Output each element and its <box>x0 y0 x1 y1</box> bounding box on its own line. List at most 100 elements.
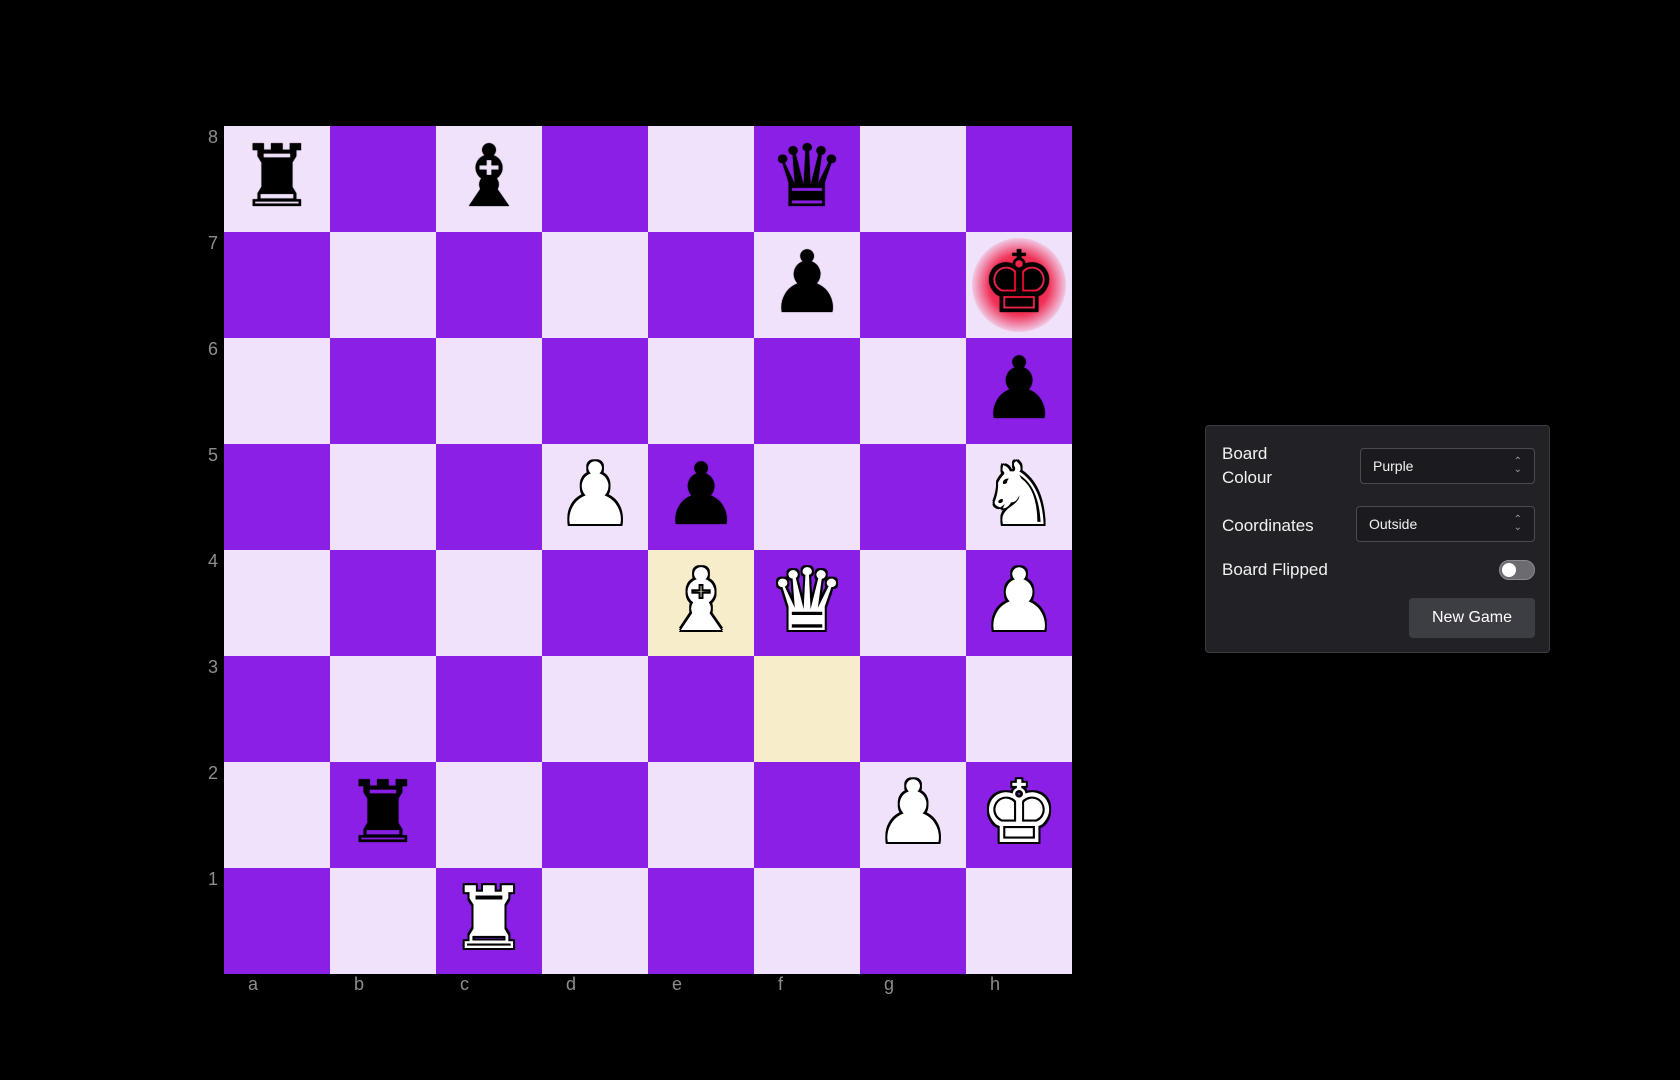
square-h3[interactable] <box>966 656 1072 762</box>
rank-label: 6 <box>208 339 219 359</box>
square-b8[interactable] <box>330 126 436 232</box>
white-rook-piece[interactable]: ♜ <box>450 876 527 962</box>
square-a1[interactable] <box>224 868 330 974</box>
square-a3[interactable] <box>224 656 330 762</box>
square-e5[interactable]: ♟ <box>648 444 754 550</box>
square-g8[interactable] <box>860 126 966 232</box>
chevron-updown-icon: ⌃ ⌄ <box>1513 514 1522 533</box>
black-rook-piece[interactable]: ♜ <box>344 770 421 856</box>
square-a6[interactable] <box>224 338 330 444</box>
square-d5[interactable]: ♟ <box>542 444 648 550</box>
square-g4[interactable] <box>860 550 966 656</box>
white-pawn-piece[interactable]: ♟ <box>980 558 1057 644</box>
square-c7[interactable] <box>436 232 542 338</box>
square-d7[interactable] <box>542 232 648 338</box>
chess-board[interactable]: ♜ ♝ ♛ ♟ ♚ ♟ ♟ ♟ ♞ ♝ ♛ ♟ ♜ ♟ ♚ ♜ <box>224 126 1072 974</box>
white-bishop-piece[interactable]: ♝ <box>662 558 739 644</box>
square-e3[interactable] <box>648 656 754 762</box>
file-label: a <box>248 974 259 994</box>
white-pawn-piece[interactable]: ♟ <box>556 452 633 538</box>
square-b7[interactable] <box>330 232 436 338</box>
file-label: e <box>672 974 683 994</box>
square-b6[interactable] <box>330 338 436 444</box>
square-f8[interactable]: ♛ <box>754 126 860 232</box>
square-f4[interactable]: ♛ <box>754 550 860 656</box>
square-e7[interactable] <box>648 232 754 338</box>
square-f1[interactable] <box>754 868 860 974</box>
square-e1[interactable] <box>648 868 754 974</box>
square-g5[interactable] <box>860 444 966 550</box>
coordinates-label: Coordinates <box>1222 516 1314 535</box>
board-colour-select[interactable]: Purple ⌃ ⌄ <box>1360 448 1535 484</box>
white-king-piece[interactable]: ♚ <box>980 770 1057 856</box>
square-f7[interactable]: ♟ <box>754 232 860 338</box>
new-game-button[interactable]: New Game <box>1409 598 1535 638</box>
board-colour-value: Purple <box>1373 458 1414 474</box>
square-b2[interactable]: ♜ <box>330 762 436 868</box>
white-queen-piece[interactable]: ♛ <box>768 558 845 644</box>
square-c4[interactable] <box>436 550 542 656</box>
rank-label: 2 <box>208 763 219 783</box>
rank-label: 8 <box>208 127 219 147</box>
square-h1[interactable] <box>966 868 1072 974</box>
settings-panel: Board Colour Purple ⌃ ⌄ Coordinates Outsi… <box>1205 425 1550 653</box>
black-pawn-piece[interactable]: ♟ <box>662 452 739 538</box>
square-h4[interactable]: ♟ <box>966 550 1072 656</box>
square-d1[interactable] <box>542 868 648 974</box>
square-h8[interactable] <box>966 126 1072 232</box>
coordinates-select[interactable]: Outside ⌃ ⌄ <box>1356 506 1535 542</box>
square-c2[interactable] <box>436 762 542 868</box>
file-label: h <box>990 974 1001 994</box>
square-a7[interactable] <box>224 232 330 338</box>
square-a5[interactable] <box>224 444 330 550</box>
square-f3[interactable] <box>754 656 860 762</box>
square-d8[interactable] <box>542 126 648 232</box>
square-a4[interactable] <box>224 550 330 656</box>
square-g1[interactable] <box>860 868 966 974</box>
black-bishop-piece[interactable]: ♝ <box>450 134 527 220</box>
square-b1[interactable] <box>330 868 436 974</box>
square-c3[interactable] <box>436 656 542 762</box>
white-pawn-piece[interactable]: ♟ <box>874 770 951 856</box>
square-a2[interactable] <box>224 762 330 868</box>
square-e4[interactable]: ♝ <box>648 550 754 656</box>
rank-label: 4 <box>208 551 219 571</box>
board-flipped-label: Board Flipped <box>1222 560 1328 579</box>
square-c6[interactable] <box>436 338 542 444</box>
square-g6[interactable] <box>860 338 966 444</box>
square-d2[interactable] <box>542 762 648 868</box>
square-h2[interactable]: ♚ <box>966 762 1072 868</box>
square-f6[interactable] <box>754 338 860 444</box>
square-e2[interactable] <box>648 762 754 868</box>
square-h7[interactable]: ♚ <box>966 232 1072 338</box>
square-d3[interactable] <box>542 656 648 762</box>
square-h5[interactable]: ♞ <box>966 444 1072 550</box>
square-f2[interactable] <box>754 762 860 868</box>
black-rook-piece[interactable]: ♜ <box>238 134 315 220</box>
board-flipped-toggle[interactable] <box>1499 560 1535 580</box>
file-label: d <box>566 974 577 994</box>
square-c5[interactable] <box>436 444 542 550</box>
black-pawn-piece[interactable]: ♟ <box>768 240 845 326</box>
black-king-piece[interactable]: ♚ <box>980 240 1057 326</box>
board-colour-label: Board Colour <box>1222 444 1273 487</box>
black-queen-piece[interactable]: ♛ <box>768 134 845 220</box>
square-g2[interactable]: ♟ <box>860 762 966 868</box>
square-f5[interactable] <box>754 444 860 550</box>
square-c1[interactable]: ♜ <box>436 868 542 974</box>
square-d6[interactable] <box>542 338 648 444</box>
square-g3[interactable] <box>860 656 966 762</box>
black-pawn-piece[interactable]: ♟ <box>980 346 1057 432</box>
square-g7[interactable] <box>860 232 966 338</box>
square-d4[interactable] <box>542 550 648 656</box>
square-b4[interactable] <box>330 550 436 656</box>
square-e6[interactable] <box>648 338 754 444</box>
rank-label: 7 <box>208 233 219 253</box>
square-b3[interactable] <box>330 656 436 762</box>
square-a8[interactable]: ♜ <box>224 126 330 232</box>
square-c8[interactable]: ♝ <box>436 126 542 232</box>
white-knight-piece[interactable]: ♞ <box>980 452 1057 538</box>
square-e8[interactable] <box>648 126 754 232</box>
square-b5[interactable] <box>330 444 436 550</box>
square-h6[interactable]: ♟ <box>966 338 1072 444</box>
